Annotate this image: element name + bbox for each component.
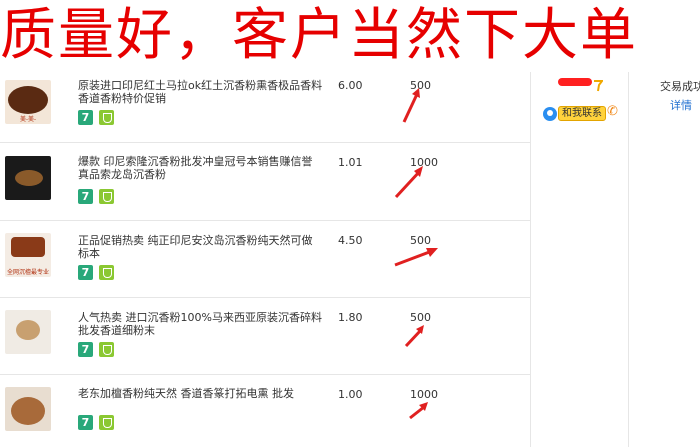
red-arrow-annotation xyxy=(409,402,428,420)
trade-status: 交易成功 xyxy=(660,80,700,93)
unit-price: 1.01 xyxy=(338,156,363,169)
product-title[interactable]: 老东加檀香粉纯天然 香道香篆打拓电熏 批发 xyxy=(78,387,323,400)
seven-day-return-icon: 7 xyxy=(78,342,93,357)
product-title[interactable]: 原装进口印尼红土马拉ok红土沉香粉熏香极品香料香道香粉特价促销 xyxy=(78,79,323,105)
red-arrow-annotation xyxy=(394,248,438,267)
table-row: 人气热卖 进口沉香粉100%马来西亚原装沉香碎料批发香道细粉末 7 1.80 5… xyxy=(0,298,530,375)
thumbnail-caption: 全网沉檀最专业 xyxy=(6,269,49,276)
guarantee-shield-icon xyxy=(99,110,114,125)
product-thumbnail[interactable]: 美-美- xyxy=(5,80,51,124)
column-divider xyxy=(530,72,531,447)
badge-group: 7 xyxy=(78,342,120,361)
unit-price: 4.50 xyxy=(338,234,363,247)
badge-group: 7 xyxy=(78,110,120,129)
red-arrow-annotation xyxy=(394,166,423,199)
product-title[interactable]: 正品促销热卖 纯正印尼安汶岛沉香粉纯天然可做标本 xyxy=(78,234,323,260)
product-thumbnail[interactable] xyxy=(5,156,51,200)
badge-group: 7 xyxy=(78,189,120,208)
thumbnail-caption: 美-美- xyxy=(19,116,37,123)
product-thumbnail[interactable] xyxy=(5,387,51,431)
seven-day-return-icon: 7 xyxy=(78,110,93,125)
chat-icon xyxy=(543,106,557,121)
promo-banner: 质量好，客户当然下大单 xyxy=(0,3,638,68)
order-detail-link[interactable]: 详情 xyxy=(670,97,692,113)
unit-price: 6.00 xyxy=(338,79,363,92)
flag-icon xyxy=(594,80,603,92)
table-row: 美-美- 原装进口印尼红土马拉ok红土沉香粉熏香极品香料香道香粉特价促销 7 6… xyxy=(0,72,530,143)
phone-icon[interactable]: ✆ xyxy=(607,104,618,119)
contact-seller-label: 和我联系 xyxy=(558,106,606,121)
red-arrow-annotation xyxy=(402,88,420,123)
contact-seller-button[interactable]: 和我联系 xyxy=(543,105,606,121)
guarantee-shield-icon xyxy=(99,342,114,357)
guarantee-shield-icon xyxy=(99,189,114,204)
product-thumbnail[interactable]: 全网沉檀最专业 xyxy=(5,233,51,277)
trade-status-column xyxy=(629,72,700,447)
table-row: 老东加檀香粉纯天然 香道香篆打拓电熏 批发 7 1.00 1000 xyxy=(0,375,530,447)
table-row: 爆款 印尼索隆沉香粉批发冲皇冠号本销售赚信誉真品索龙岛沉香粉 7 1.01 10… xyxy=(0,143,530,221)
table-row: 全网沉檀最专业 正品促销热卖 纯正印尼安汶岛沉香粉纯天然可做标本 7 4.50 … xyxy=(0,221,530,298)
unit-price: 1.80 xyxy=(338,311,363,324)
badge-group: 7 xyxy=(78,265,120,284)
redacted-seller-name xyxy=(558,78,592,86)
badge-group: 7 xyxy=(78,415,120,434)
red-arrow-annotation xyxy=(404,325,424,348)
seven-day-return-icon: 7 xyxy=(78,415,93,430)
product-title[interactable]: 人气热卖 进口沉香粉100%马来西亚原装沉香碎料批发香道细粉末 xyxy=(78,311,323,337)
guarantee-shield-icon xyxy=(99,265,114,280)
unit-price: 1.00 xyxy=(338,388,363,401)
seven-day-return-icon: 7 xyxy=(78,265,93,280)
guarantee-shield-icon xyxy=(99,415,114,430)
product-title[interactable]: 爆款 印尼索隆沉香粉批发冲皇冠号本销售赚信誉真品索龙岛沉香粉 xyxy=(78,155,323,181)
product-thumbnail[interactable] xyxy=(5,310,51,354)
seven-day-return-icon: 7 xyxy=(78,189,93,204)
